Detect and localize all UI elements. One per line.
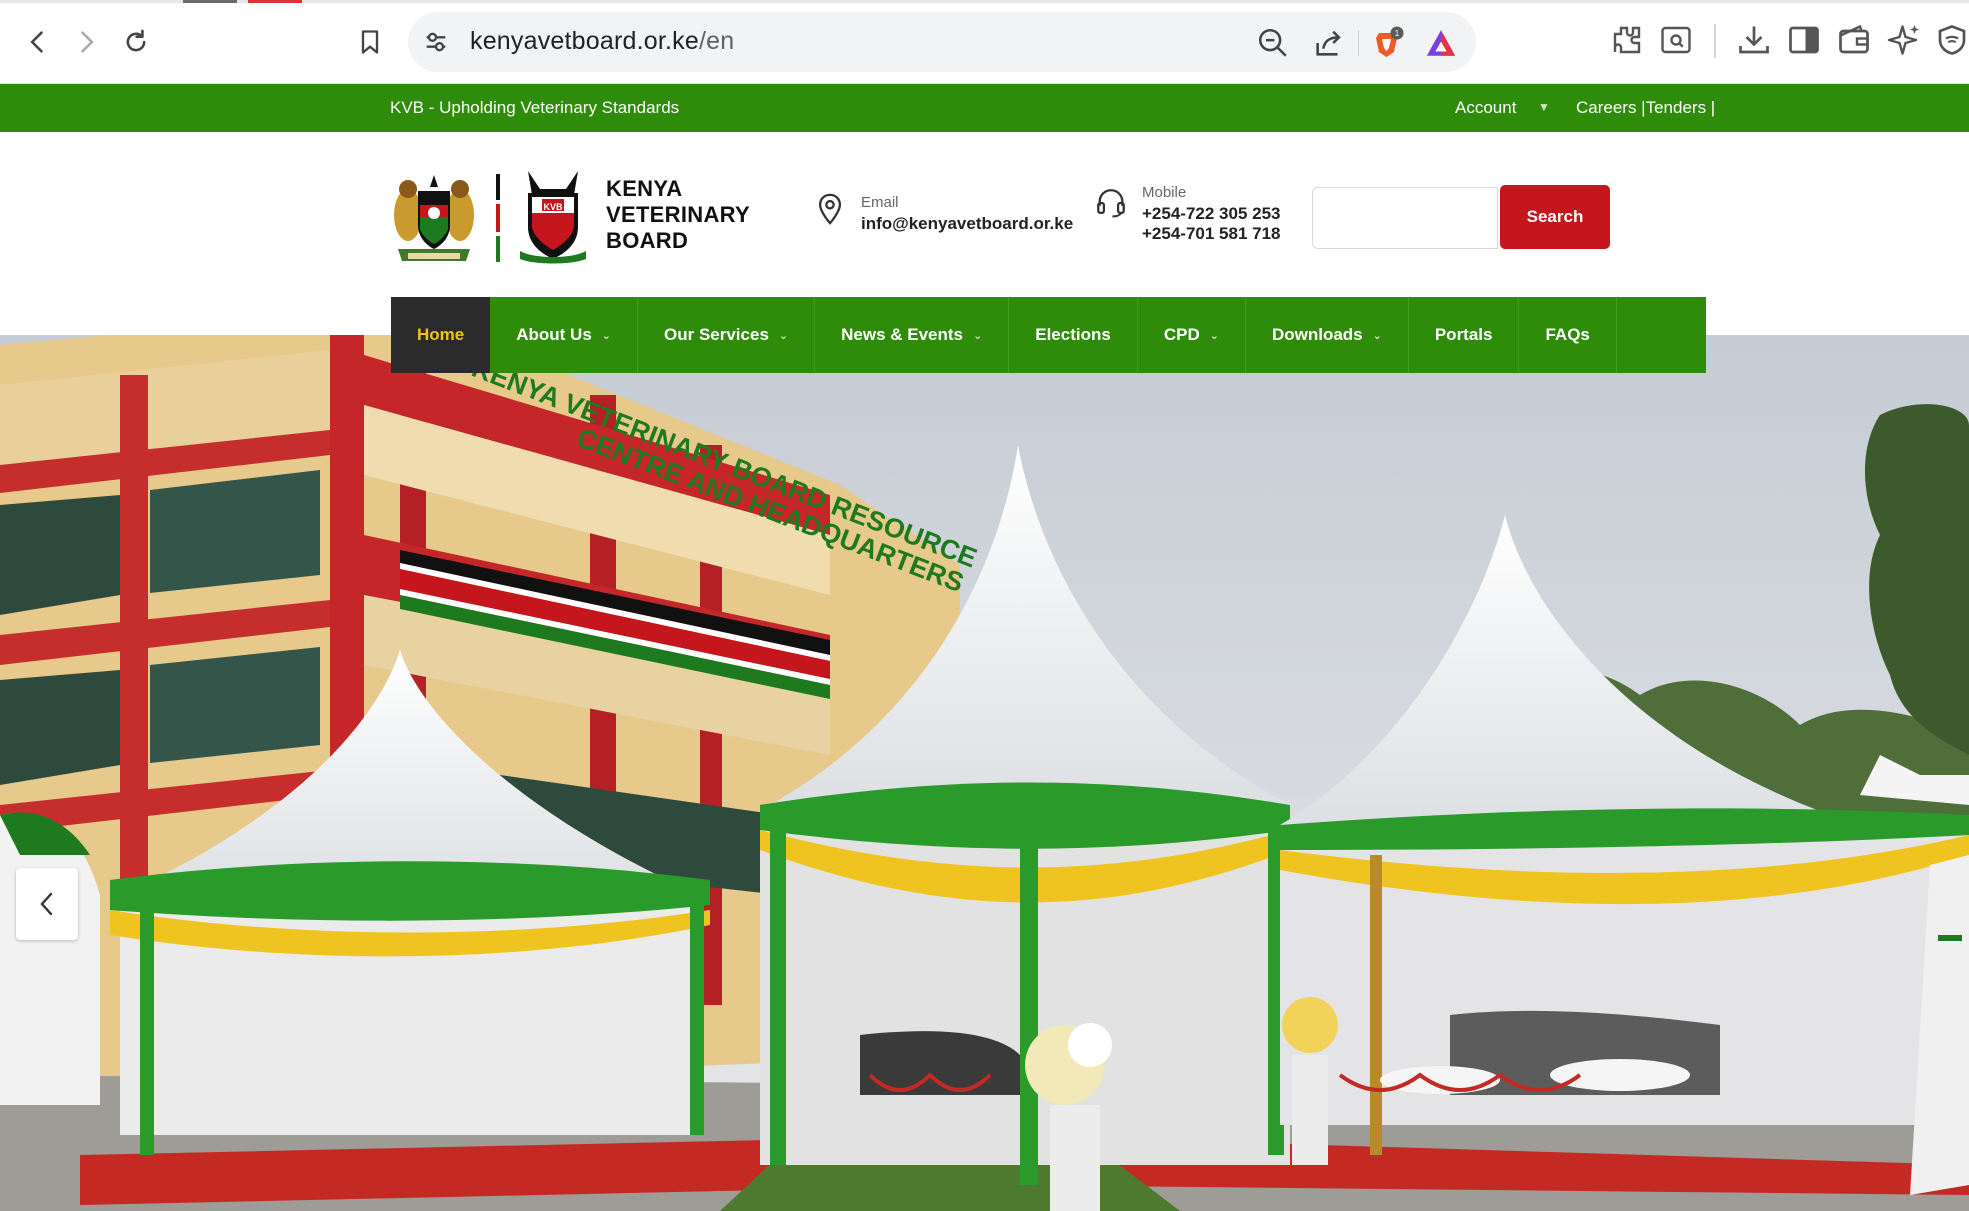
forward-button[interactable] (66, 22, 106, 62)
back-arrow-icon (30, 31, 43, 53)
nav-label: About Us (516, 325, 592, 344)
brave-rewards-icon[interactable] (1424, 26, 1458, 60)
nav-label: Our Services (664, 325, 769, 344)
account-link[interactable]: Account (1455, 98, 1516, 118)
nav-label: CPD (1163, 325, 1200, 344)
nav-item-portals[interactable]: Portals (1409, 297, 1520, 373)
top-info-bar: KVB - Upholding Veterinary Standards Acc… (0, 84, 1969, 132)
nav-label: FAQs (1545, 325, 1590, 344)
nav-label: Downloads (1271, 325, 1363, 344)
slider-previous-button[interactable] (16, 868, 78, 940)
email-value[interactable]: info@kenyavetboard.or.ke (861, 214, 1073, 234)
reader-mode-icon[interactable] (1658, 22, 1694, 58)
hero-slider: KENYA VETERINARY BOARD RESOURCE CENTRE A… (0, 335, 1969, 1211)
brand-line-3: BOARD (606, 228, 689, 253)
chevron-down-icon: ⌄ (601, 329, 611, 342)
flag-divider-bar (496, 174, 500, 262)
tab-strip (0, 0, 1969, 3)
site-search-input[interactable] (1312, 187, 1498, 249)
brave-shield-icon[interactable]: 1 (1370, 26, 1404, 60)
reload-icon (126, 29, 146, 52)
nav-item-downloads[interactable]: Downloads ⌄ (1246, 297, 1409, 373)
leo-ai-icon[interactable] (1886, 22, 1922, 58)
reload-button[interactable] (116, 22, 156, 62)
bookmark-icon (361, 30, 379, 54)
nav-label: Home (417, 325, 465, 344)
brand-line-1: KENYA (606, 176, 683, 201)
nav-item-elections[interactable]: Elections (1009, 297, 1138, 373)
mobile-number-1[interactable]: +254-722 305 253 (1142, 204, 1281, 224)
chevron-down-icon: ⌄ (973, 329, 983, 342)
site-settings-icon[interactable] (422, 28, 450, 56)
account-chevron-down-icon[interactable]: ▼ (1538, 100, 1550, 114)
browser-toolbar: kenyavetboard.or.ke/en 1 (0, 0, 1969, 84)
zoom-out-icon[interactable] (1256, 26, 1290, 60)
nav-item-news-events[interactable]: News & Events ⌄ (815, 297, 1010, 373)
nav-item-cpd[interactable]: CPD ⌄ (1138, 297, 1246, 373)
sidebar-icon[interactable] (1786, 22, 1822, 58)
nav-item-faqs[interactable]: FAQs (1519, 297, 1617, 373)
forward-arrow-icon (81, 31, 94, 53)
mobile-number-2[interactable]: +254-701 581 718 (1142, 224, 1281, 244)
brand-name: KENYA VETERINARY BOARD (606, 176, 750, 254)
chevron-left-icon (40, 892, 53, 916)
url-text[interactable]: kenyavetboard.or.ke/en (470, 27, 734, 56)
hero-image: KENYA VETERINARY BOARD RESOURCE CENTRE A… (0, 335, 1969, 1211)
search-button[interactable]: Search (1500, 185, 1610, 249)
chevron-down-icon: ⌄ (778, 329, 789, 342)
careers-tenders-link[interactable]: Careers |Tenders | (1576, 98, 1715, 118)
vpn-shield-icon[interactable] (1934, 22, 1969, 58)
wallet-icon[interactable] (1836, 22, 1872, 58)
nav-label: News & Events (841, 325, 964, 344)
address-bar[interactable]: kenyavetboard.or.ke/en 1 (408, 12, 1476, 72)
chevron-down-icon: ⌄ (1209, 329, 1219, 342)
svg-text:KVB: KVB (543, 202, 563, 212)
url-host: kenyavetboard.or.ke (470, 27, 699, 55)
back-button[interactable] (18, 22, 58, 62)
kenya-coat-of-arms-logo[interactable] (388, 167, 480, 267)
headset-icon (1097, 189, 1125, 218)
share-icon[interactable] (1312, 26, 1346, 60)
download-icon[interactable] (1736, 22, 1772, 58)
location-pin-icon (818, 193, 842, 225)
bookmark-button[interactable] (350, 22, 390, 62)
chevron-down-icon: ⌄ (1372, 329, 1382, 342)
kvb-shield-logo[interactable]: KVB (514, 167, 592, 267)
shield-badge-count: 1 (1395, 29, 1400, 38)
main-navigation: Home About Us ⌄ Our Services ⌄ News & Even… (391, 297, 1706, 373)
mobile-label: Mobile (1142, 184, 1187, 201)
email-label: Email (861, 194, 899, 211)
nav-label: Portals (1434, 325, 1493, 344)
extensions-icon[interactable] (1609, 22, 1645, 58)
brand-line-2: VETERINARY (606, 202, 750, 227)
nav-item-our-services[interactable]: Our Services ⌄ (638, 297, 816, 373)
site-tagline: KVB - Upholding Veterinary Standards (390, 98, 680, 117)
nav-label: Elections (1035, 325, 1111, 344)
nav-item-about-us[interactable]: About Us ⌄ (490, 297, 638, 373)
url-path: /en (698, 27, 735, 55)
nav-item-home[interactable]: Home (391, 297, 491, 373)
